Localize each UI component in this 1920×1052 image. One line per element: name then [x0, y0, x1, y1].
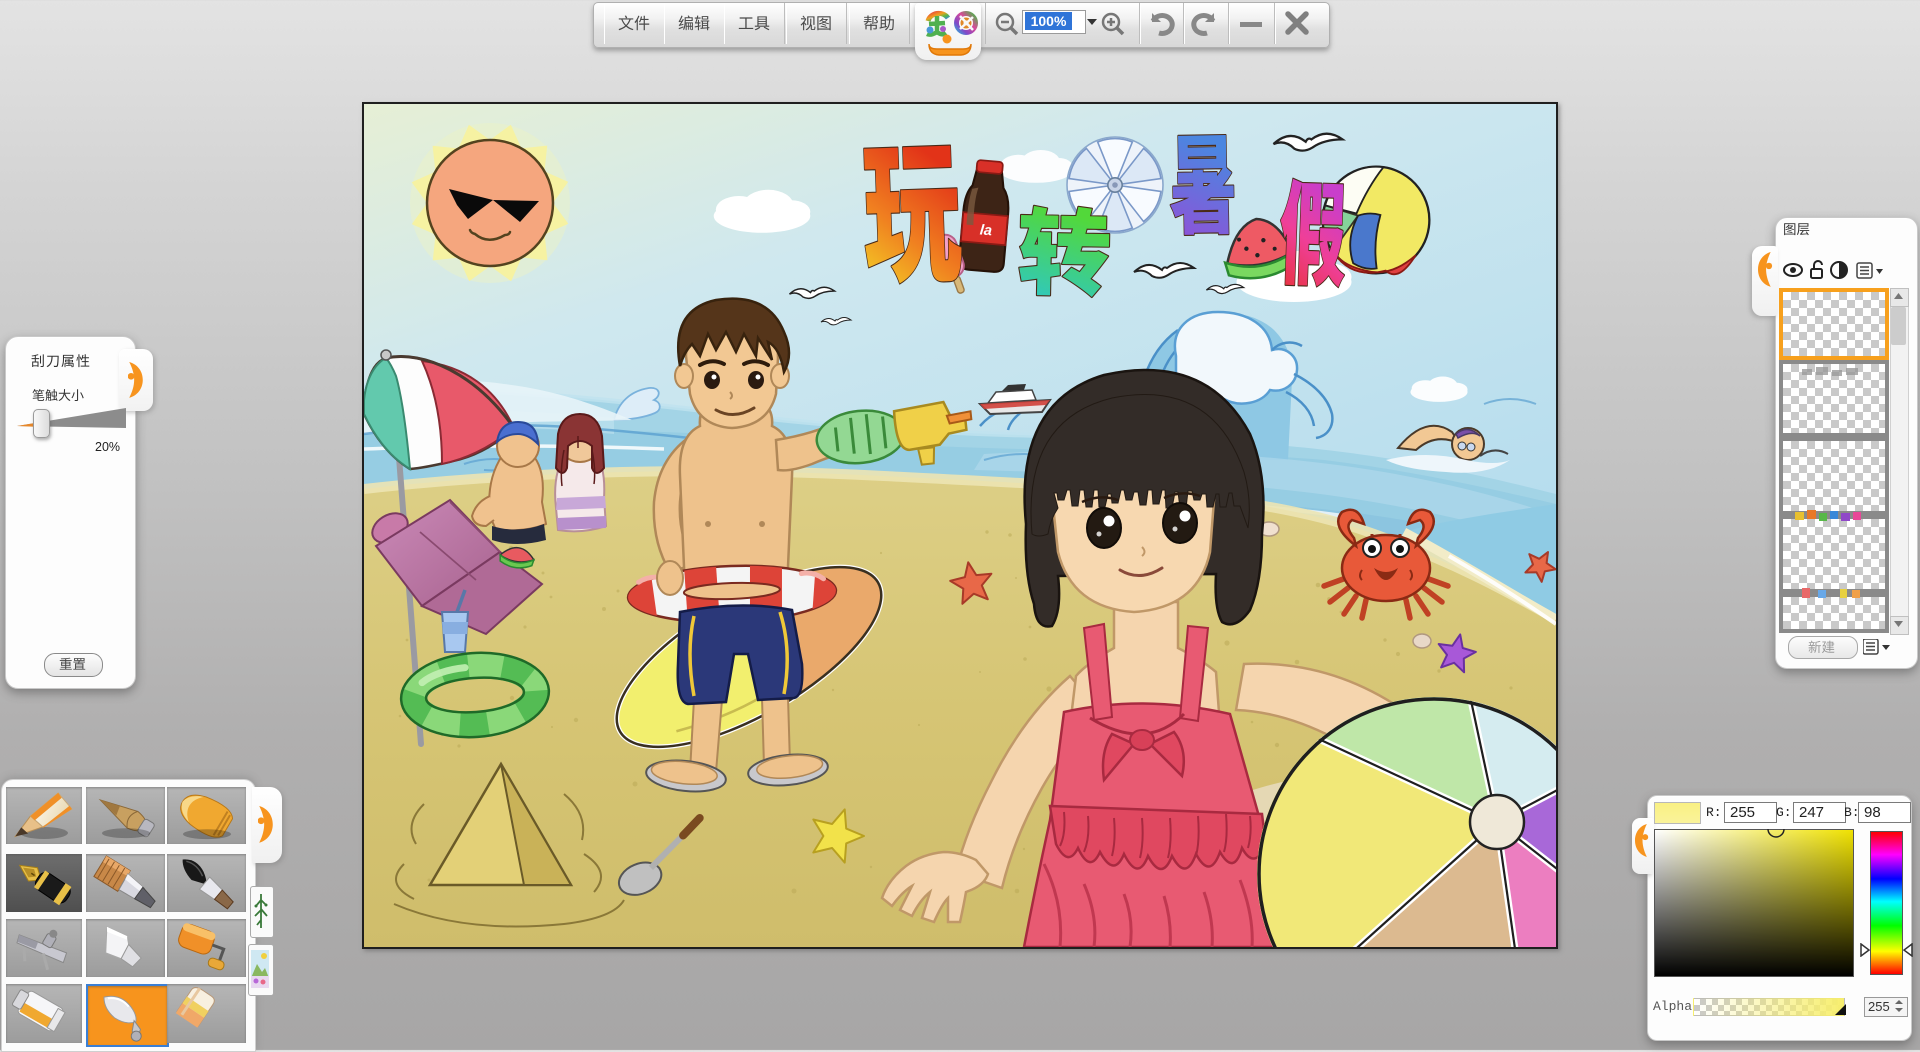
- svg-text:la: la: [979, 222, 993, 239]
